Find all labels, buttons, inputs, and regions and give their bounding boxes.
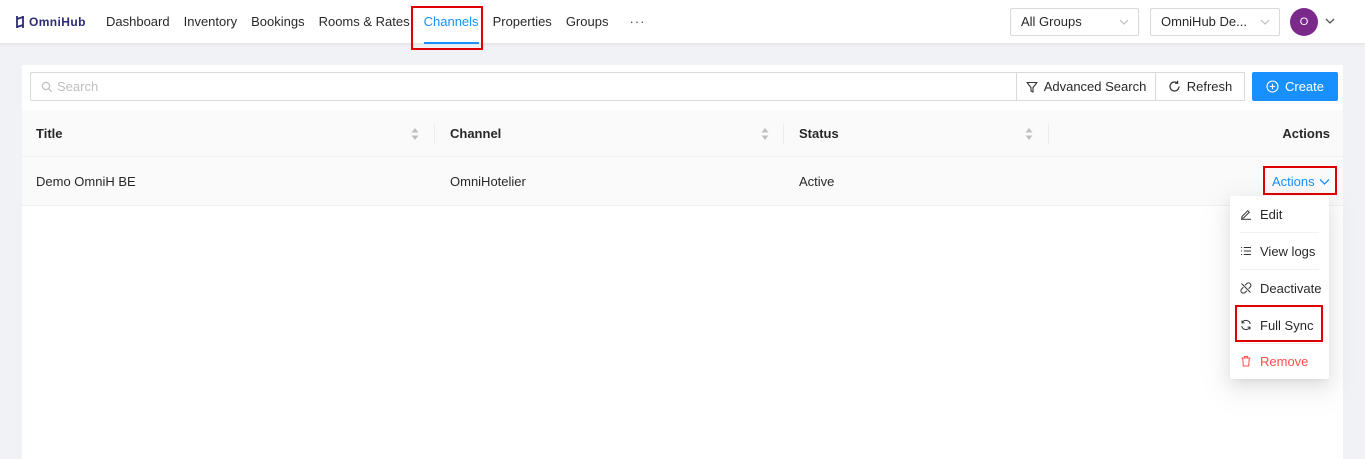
- actions-dropdown-menu: Edit View logs Deactivate Full Sync Remo…: [1230, 196, 1329, 379]
- refresh-label: Refresh: [1186, 79, 1233, 94]
- search-icon: [41, 81, 53, 93]
- menu-item-edit[interactable]: Edit: [1230, 196, 1329, 232]
- menu-item-full-sync[interactable]: Full Sync: [1230, 307, 1329, 343]
- table-header: Title Channel Status Actions: [22, 110, 1343, 157]
- column-header-status[interactable]: Status: [799, 110, 839, 157]
- nav-bookings[interactable]: Bookings: [244, 0, 311, 44]
- channels-table: Title Channel Status Actions Demo OmniH …: [22, 110, 1343, 206]
- account-select-value: OmniHub De...: [1161, 14, 1247, 29]
- search-box: [30, 72, 1017, 101]
- nav-inventory[interactable]: Inventory: [177, 0, 244, 44]
- sort-icon[interactable]: [1025, 127, 1033, 141]
- create-button[interactable]: Create: [1252, 72, 1338, 101]
- nav-properties[interactable]: Properties: [486, 0, 559, 44]
- nav-dashboard[interactable]: Dashboard: [99, 0, 177, 44]
- menu-item-remove[interactable]: Remove: [1230, 343, 1329, 379]
- menu-item-label: Deactivate: [1260, 280, 1322, 296]
- refresh-icon: [1169, 80, 1180, 92]
- column-header-actions: Actions: [1282, 126, 1330, 141]
- menu-item-label: Edit: [1260, 206, 1283, 222]
- column-divider: [1048, 124, 1049, 144]
- sort-icon[interactable]: [411, 127, 419, 141]
- nav-more-button[interactable]: ···: [615, 0, 659, 44]
- create-label: Create: [1284, 79, 1325, 94]
- disconnect-icon: [1240, 282, 1252, 294]
- refresh-button[interactable]: Refresh: [1156, 72, 1245, 101]
- column-divider: [434, 124, 435, 144]
- menu-item-label: Full Sync: [1260, 317, 1314, 333]
- advanced-search-button[interactable]: Advanced Search: [1016, 72, 1156, 101]
- omnihub-logo-icon: [16, 16, 24, 28]
- column-header-channel[interactable]: Channel: [450, 110, 501, 157]
- column-divider: [783, 124, 784, 144]
- menu-item-deactivate[interactable]: Deactivate: [1230, 270, 1329, 306]
- trash-icon: [1241, 356, 1251, 367]
- filter-icon: [1026, 81, 1038, 93]
- top-navbar: OmniHub Dashboard Inventory Bookings Roo…: [0, 0, 1365, 44]
- cell-channel: OmniHotelier: [450, 174, 526, 189]
- group-select[interactable]: All Groups: [1010, 8, 1139, 36]
- search-input[interactable]: [57, 73, 1007, 100]
- account-select[interactable]: OmniHub De...: [1150, 8, 1280, 36]
- nav-groups[interactable]: Groups: [559, 0, 616, 44]
- group-select-value: All Groups: [1021, 14, 1082, 29]
- chevron-down-icon[interactable]: [1325, 14, 1335, 28]
- channels-card: Advanced Search Refresh Create Title Cha…: [22, 65, 1343, 459]
- column-header-title[interactable]: Title: [36, 110, 63, 157]
- user-avatar[interactable]: O: [1290, 8, 1318, 36]
- nav-channels[interactable]: Channels: [417, 0, 486, 44]
- sync-icon: [1241, 319, 1251, 331]
- table-row: Demo OmniH BE OmniHotelier Active Action…: [22, 157, 1343, 206]
- chevron-down-icon: [1260, 9, 1270, 35]
- menu-item-label: View logs: [1260, 243, 1316, 259]
- list-icon: [1241, 247, 1251, 255]
- menu-item-view-logs[interactable]: View logs: [1230, 233, 1329, 269]
- cell-title: Demo OmniH BE: [36, 174, 136, 189]
- app-logo[interactable]: OmniHub: [15, 14, 86, 30]
- advanced-search-label: Advanced Search: [1043, 79, 1147, 94]
- logo-text: OmniHub: [29, 15, 86, 29]
- chevron-down-icon: [1119, 9, 1129, 35]
- edit-icon: [1241, 209, 1251, 220]
- sort-icon[interactable]: [761, 127, 769, 141]
- menu-item-label: Remove: [1260, 353, 1309, 369]
- main-nav: Dashboard Inventory Bookings Rooms & Rat…: [99, 0, 659, 44]
- nav-rooms-rates[interactable]: Rooms & Rates: [312, 0, 417, 44]
- plus-circle-icon: [1266, 80, 1279, 93]
- cell-status: Active: [799, 174, 835, 189]
- chevron-down-icon: [1319, 178, 1330, 185]
